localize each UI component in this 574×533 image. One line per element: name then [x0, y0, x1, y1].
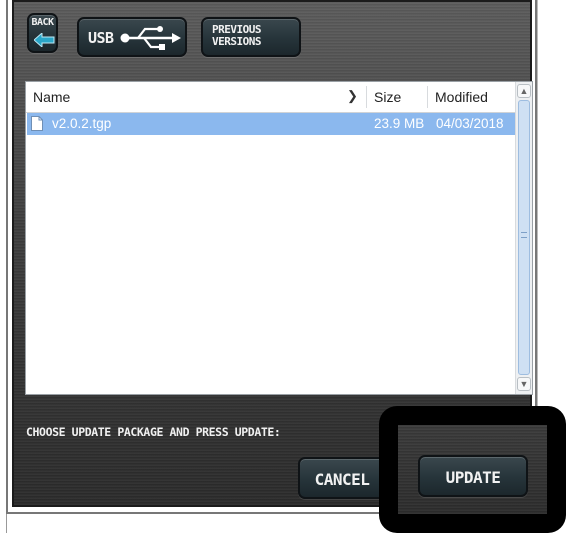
usb-button[interactable]: USB	[77, 17, 187, 57]
previous-versions-label: PREVIOUS VERSIONS	[212, 23, 261, 48]
usb-icon	[120, 26, 181, 50]
divider-line	[6, 514, 7, 533]
usb-button-label: USB	[88, 29, 114, 47]
cancel-button-label: CANCEL	[314, 470, 370, 489]
cancel-button[interactable]: CANCEL	[298, 457, 386, 499]
file-size: 23.9 MB	[374, 116, 425, 131]
column-divider[interactable]	[366, 86, 367, 108]
column-header-name[interactable]: Name	[33, 89, 70, 105]
scroll-down-icon[interactable]: ▼	[517, 377, 531, 391]
grip-icon	[521, 232, 527, 238]
column-header-size[interactable]: Size	[374, 89, 401, 105]
document-icon	[31, 116, 43, 131]
scrollbar-thumb[interactable]	[518, 100, 530, 375]
back-button[interactable]: BACK	[27, 13, 58, 53]
file-modified-date: 04/03/2018	[436, 116, 504, 131]
scroll-up-icon[interactable]: ▲	[517, 84, 531, 98]
column-header-modified[interactable]: Modified	[435, 89, 488, 105]
chevron-down-icon[interactable]: ❯	[347, 88, 358, 104]
file-name: v2.0.2.tgp	[52, 116, 112, 131]
vertical-scrollbar[interactable]: ▲ ▼	[515, 82, 532, 394]
file-list: Name ❯ Size Modified v2.0.2.tgp 23.9 MB …	[25, 81, 533, 395]
file-list-header: Name ❯ Size Modified	[26, 82, 517, 113]
instruction-text: CHOOSE UPDATE PACKAGE AND PRESS UPDATE:	[26, 425, 281, 439]
left-arrow-icon	[34, 33, 55, 47]
column-divider[interactable]	[427, 86, 428, 108]
back-button-label: BACK	[31, 17, 54, 28]
highlight-callout	[379, 406, 566, 533]
file-row-selected[interactable]: v2.0.2.tgp 23.9 MB 04/03/2018	[27, 113, 517, 135]
previous-versions-button[interactable]: PREVIOUS VERSIONS	[201, 17, 301, 57]
